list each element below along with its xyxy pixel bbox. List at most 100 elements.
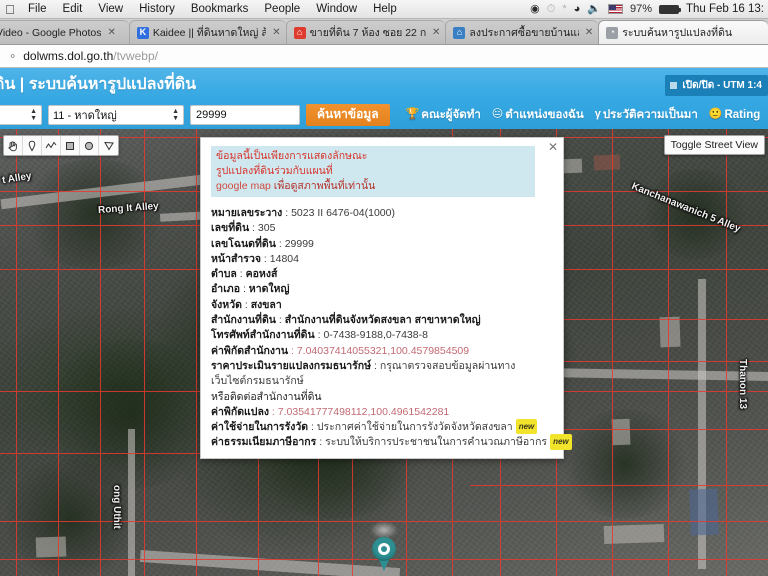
tab-close-icon[interactable]: ✕ <box>272 27 280 38</box>
row-value: : 5023 II 6476-04(1000) <box>282 207 395 219</box>
menu-people[interactable]: People <box>256 3 308 15</box>
menu-history[interactable]: History <box>131 3 183 15</box>
row-land-office: สำนักงานที่ดิน : สำนักงานที่ดินจังหวัดสง… <box>211 313 553 328</box>
mac-menubar:  File Edit View History Bookmarks Peopl… <box>0 0 768 19</box>
browser-tab-active[interactable]: ◔ ระบบค้นหารูปแปลงที่ดิน <box>598 20 768 44</box>
survey-fee-link[interactable]: ประกาศค่าใช้จ่ายในการรังวัดจังหวัดสงขลา <box>317 421 513 433</box>
parcel-line <box>100 129 101 576</box>
navlink-history[interactable]: γ ประวัติความเป็นมา <box>595 106 698 124</box>
bluetooth-icon[interactable]: * <box>562 3 566 15</box>
navlink-my-location[interactable]: 😐 ตำแหน่งของฉัน <box>492 106 584 124</box>
polyline-icon[interactable] <box>42 136 61 155</box>
toggle-street-view-button[interactable]: Toggle Street View <box>663 135 765 155</box>
parcel-line <box>196 129 197 576</box>
header-navlinks: 🏆 คณะผู้จัดทำ 😐 ตำแหน่งของฉัน γ ประวัติค… <box>406 106 761 124</box>
dropbox-icon[interactable]: ◉ <box>530 3 540 15</box>
screen:  File Edit View History Bookmarks Peopl… <box>0 0 768 576</box>
toggle-square-icon <box>670 82 678 89</box>
row-plot-coordinate: ค่าพิกัดแปลง : 7.03541777498112,100.4961… <box>211 405 553 420</box>
row-land-number: เลขที่ดิน : 305 <box>211 221 553 236</box>
parcel-line <box>16 129 17 576</box>
battery-percent: 97% <box>629 2 652 15</box>
notice-line-2: รูปแปลงที่ดินร่วมกับแผนที่ <box>216 165 333 177</box>
url-host: dolwms.dol.go.th <box>23 49 114 63</box>
row-value: : ประกาศค่าใช้จ่ายในการรังวัดจังหวัดสงขล… <box>308 419 538 435</box>
row-survey-fee: ค่าใช้จ่ายในการรังวัด : ประกาศค่าใช้จ่าย… <box>211 419 553 435</box>
row-value: : 14804 <box>261 252 299 265</box>
parcel-number-input[interactable]: 29999 <box>190 104 300 125</box>
utm-toggle-button[interactable]: เปิด/ปิด - UTM 1:4 <box>665 75 768 96</box>
browser-tabstrip: Video - Google Photos ✕ K Kaidee || ที่ด… <box>0 19 768 45</box>
menu-edit[interactable]: Edit <box>55 3 91 15</box>
navlink-rating[interactable]: 🙂 Rating <box>709 109 760 121</box>
apple-menu-icon[interactable]:  <box>0 3 20 16</box>
menu-view[interactable]: View <box>90 3 131 15</box>
tab-title: ลงประกาศซื้อขายบ้านและที่ดินพร <box>469 27 578 39</box>
row-district: อำเภอ : หาดใหญ่ <box>211 282 553 297</box>
browser-tab[interactable]: K Kaidee || ที่ดินหาดใหญ่ ล้านแปล ✕ <box>128 20 286 44</box>
navlink-committee[interactable]: 🏆 คณะผู้จัดทำ <box>406 106 481 124</box>
circle-icon[interactable] <box>80 136 99 155</box>
rectangle-icon[interactable] <box>61 136 80 155</box>
tab-title: Video - Google Photos <box>0 26 102 39</box>
menu-help[interactable]: Help <box>365 3 405 15</box>
url-text: dolwms.dol.go.th/tvwebp/ <box>23 49 158 63</box>
us-flag-icon[interactable] <box>607 4 623 14</box>
clock[interactable]: Thu Feb 16 13: <box>686 3 764 15</box>
menu-bookmarks[interactable]: Bookmarks <box>183 3 257 15</box>
parcel-number-value: 29999 <box>196 108 227 121</box>
page-title: ดิน | ระบบค้นหารูปแปลงที่ดิน <box>0 75 197 93</box>
pan-hand-icon[interactable] <box>4 136 23 155</box>
parcel-location-marker[interactable] <box>372 537 396 571</box>
street-label: Thanon 13 <box>737 359 748 410</box>
chevron-updown-icon: ▲ ▼ <box>30 107 37 122</box>
row-label: เลขที่ดิน <box>211 222 250 235</box>
row-value: : 0-7438-9188,0-7438-8 <box>314 329 428 342</box>
map-draw-toolbar <box>3 135 119 156</box>
menu-window[interactable]: Window <box>308 3 365 15</box>
menu-file[interactable]: File <box>20 3 55 15</box>
wifi-icon[interactable]: ◕ <box>574 3 581 15</box>
time-machine-icon[interactable]: ⏱ <box>547 3 556 15</box>
close-icon[interactable]: ✕ <box>548 141 558 153</box>
row-label: อำเภอ <box>211 283 241 296</box>
row-office-coordinate: ค่าพิกัดสำนักงาน : 7.04037414055321,100.… <box>211 344 553 359</box>
province-select[interactable]: ▲ ▼ <box>0 104 42 125</box>
amphoe-select[interactable]: 11 - หาดใหญ่ ▲ ▼ <box>48 104 184 125</box>
favicon-house: ⌂ <box>293 26 306 39</box>
notice-line-3: google map เพื่อดูสภาพพื้นที่เท่านั้น <box>216 179 530 194</box>
browser-urlbar[interactable]: ⚬ dolwms.dol.go.th/tvwebp/ <box>0 45 768 68</box>
battery-icon[interactable] <box>659 4 681 14</box>
parcel-detail-rows: หมายเลขระวาง : 5023 II 6476-04(1000) เลข… <box>211 206 572 451</box>
tab-close-icon[interactable]: ✕ <box>107 27 115 38</box>
face-icon: 😐 <box>491 108 504 120</box>
row-value: : สงขลา <box>241 298 282 311</box>
browser-tab[interactable]: Video - Google Photos ✕ <box>0 20 129 44</box>
tax-fee-link[interactable]: ระบบให้บริการประชาชนในการคำนวณภาษีอากร <box>325 436 547 448</box>
shield-icon: ⚬ <box>8 50 18 63</box>
marker-icon[interactable] <box>23 136 42 155</box>
row-label: ค่าพิกัดแปลง <box>211 405 270 418</box>
row-label: โทรศัพท์สำนักงานที่ดิน <box>211 329 315 342</box>
parcel-line <box>726 129 727 576</box>
tab-close-icon[interactable]: ✕ <box>432 27 440 38</box>
row-label: จังหวัด <box>211 298 242 311</box>
tab-close-icon[interactable]: ✕ <box>585 27 593 38</box>
row-survey-page: หน้าสำรวจ : 14804 <box>211 252 553 267</box>
row-title-deed-number: เลขโฉนดที่ดิน : 29999 <box>211 237 553 252</box>
browser-tab[interactable]: ⌂ ลงประกาศซื้อขายบ้านและที่ดินพร ✕ <box>445 20 599 44</box>
row-label: หมายเลขระวาง <box>211 207 283 219</box>
notice-line-3-rest: เพื่อดูสภาพพื้นที่เท่านั้น <box>270 180 376 192</box>
search-button[interactable]: ค้นหาข้อมูล <box>306 103 390 126</box>
row-province: จังหวัด : สงขลา <box>211 298 553 313</box>
row-label: ค่าใช้จ่ายในการรังวัด <box>211 421 309 434</box>
polygon-icon[interactable] <box>99 136 118 155</box>
browser-tab[interactable]: ⌂ ขายที่ดิน 7 ห้อง ซอย 22 กาญจน ✕ <box>285 20 446 44</box>
google-map-link[interactable]: google map <box>216 180 271 192</box>
volume-icon[interactable]: 🔈 <box>587 3 601 15</box>
parcel-info-popup: ✕ ข้อมูลนี้เป็นเพียงการแสดงลักษณะ รูปแปล… <box>200 137 572 459</box>
navlink-label: ตำแหน่งของฉัน <box>505 108 584 121</box>
treasury-website-link[interactable]: เว็บไซต์กรมธนารักษ์ <box>211 375 304 387</box>
tab-title: Kaidee || ที่ดินหาดใหญ่ ล้านแปล <box>152 27 266 39</box>
chevron-updown-icon: ▲ ▼ <box>172 107 179 122</box>
